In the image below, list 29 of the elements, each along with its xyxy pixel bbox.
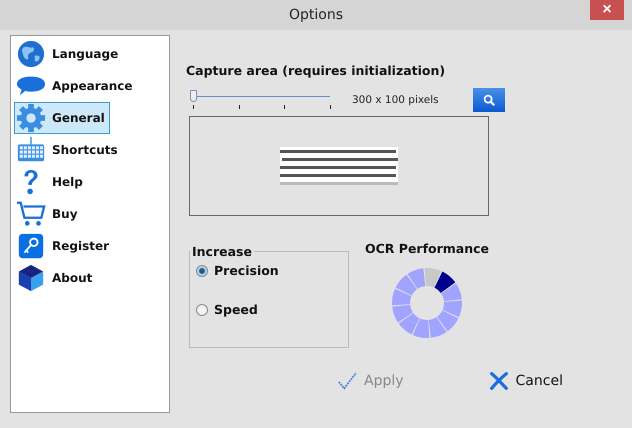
size-reading: 300 x 100 pixels <box>352 94 439 106</box>
sidebar-item[interactable]: General <box>14 102 110 134</box>
close-button[interactable]: × <box>590 0 624 20</box>
key-icon <box>16 231 46 261</box>
section-title: Capture area (requires initialization) <box>186 63 446 78</box>
sidebar-item[interactable]: Help <box>14 166 88 198</box>
sidebar-item[interactable]: Buy <box>14 198 83 230</box>
radio-button[interactable] <box>196 304 208 316</box>
slider-thumb[interactable] <box>190 90 197 102</box>
radio-option[interactable]: Precision <box>196 263 279 278</box>
group-legend: Increase <box>190 244 254 259</box>
search-button[interactable] <box>472 88 505 112</box>
performance-title: OCR Performance <box>365 241 490 256</box>
x-icon <box>488 370 510 392</box>
sidebar-item[interactable]: Shortcuts <box>14 134 123 166</box>
sidebar-item[interactable]: About <box>14 262 98 294</box>
cancel-button[interactable]: Cancel <box>486 368 565 394</box>
radio-button[interactable] <box>196 264 208 276</box>
gear-icon <box>16 103 46 133</box>
size-slider[interactable] <box>190 90 330 110</box>
search-icon <box>482 93 496 107</box>
sidebar-item[interactable]: Register <box>14 230 114 262</box>
window-title: Options <box>288 7 344 23</box>
globe-icon <box>16 39 46 69</box>
checkmark-icon <box>336 370 358 392</box>
sidebar-item[interactable]: Appearance <box>14 70 138 102</box>
cube-icon <box>16 263 46 293</box>
radio-option[interactable]: Speed <box>196 302 258 317</box>
sidebar-item[interactable]: Language <box>14 38 124 70</box>
